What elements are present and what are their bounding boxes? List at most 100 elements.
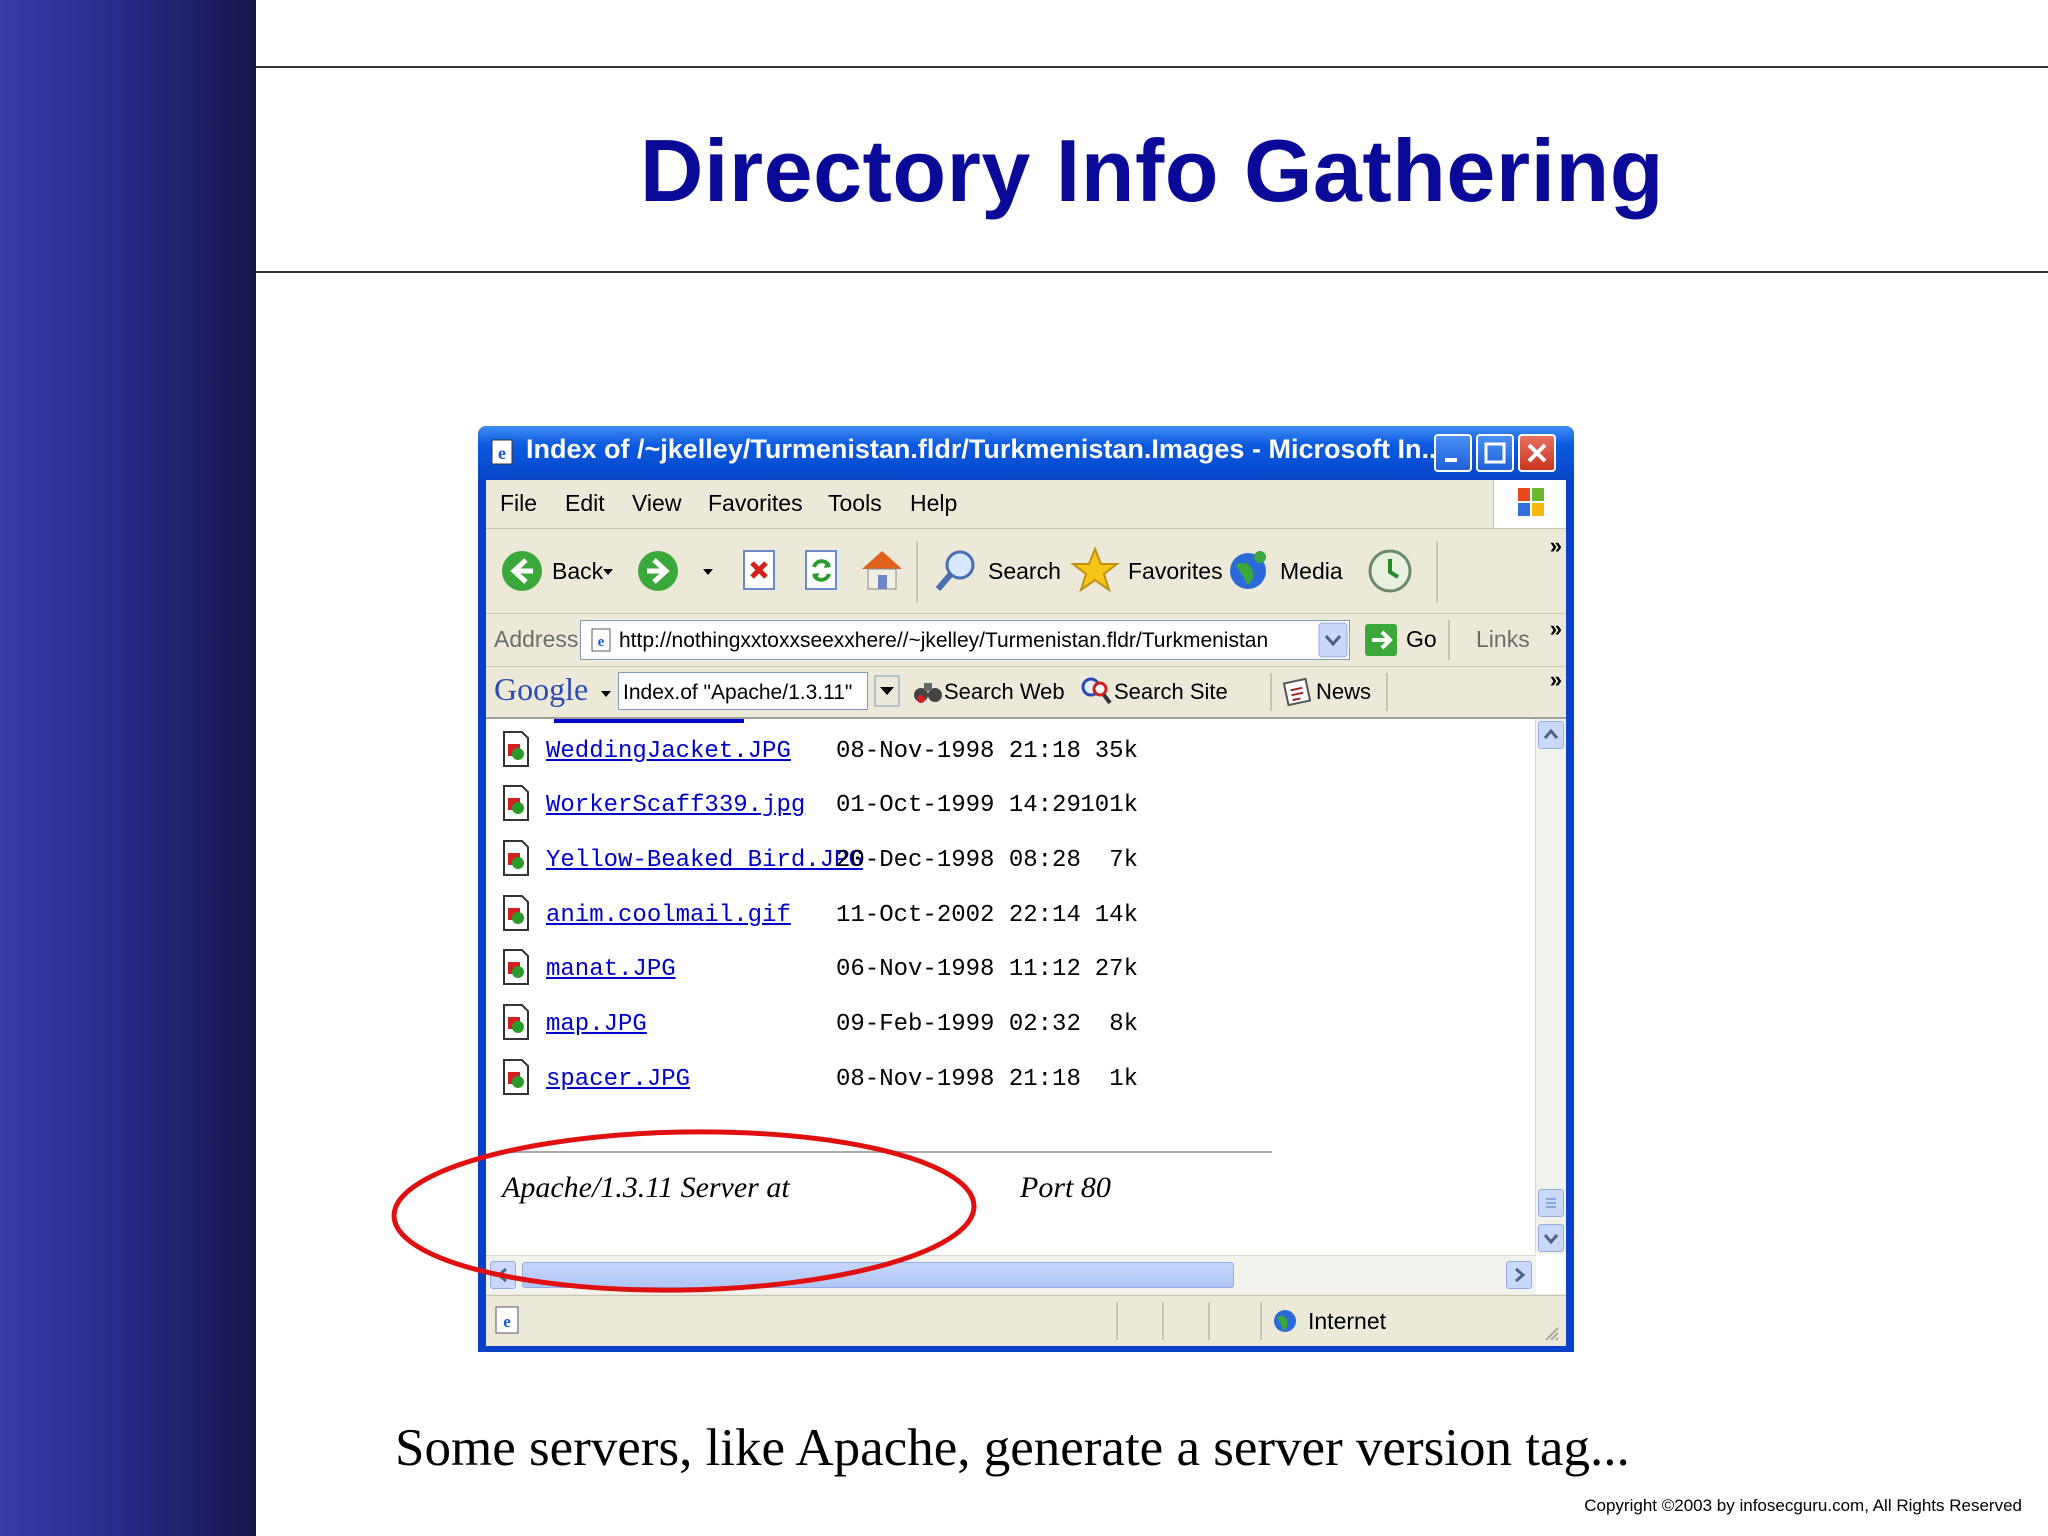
file-size: 35k: [1094, 738, 1138, 765]
google-query-dropdown-icon[interactable]: [874, 675, 900, 707]
file-size: 1k: [1109, 1066, 1138, 1093]
back-dropdown-icon[interactable]: [602, 567, 614, 577]
file-size: 8k: [1109, 1011, 1138, 1038]
file-link[interactable]: WeddingJacket.JPG: [546, 738, 791, 765]
maximize-button[interactable]: [1476, 434, 1514, 472]
links-chevron[interactable]: »: [1550, 616, 1562, 642]
home-icon[interactable]: [858, 545, 906, 593]
address-dropdown-icon[interactable]: [1318, 622, 1348, 658]
news-label[interactable]: News: [1316, 679, 1371, 705]
status-divider: [1260, 1302, 1262, 1340]
toolbar-chevron[interactable]: »: [1550, 533, 1562, 559]
menu-view[interactable]: View: [632, 490, 681, 517]
search-label[interactable]: Search: [988, 558, 1061, 585]
image-file-icon: [503, 1004, 529, 1040]
file-link[interactable]: map.JPG: [546, 1011, 647, 1038]
file-size: 14k: [1094, 902, 1138, 929]
google-menu-dropdown-icon[interactable]: [600, 689, 612, 699]
grip-icon: [1546, 1198, 1556, 1208]
file-link[interactable]: WorkerScaff339.jpg: [546, 792, 805, 819]
title-bar[interactable]: e Index of /~jkelley/Turmenistan.fldr/Tu…: [478, 426, 1574, 480]
address-input[interactable]: http://nothingxxtoxxseexxhere//~jkelley/…: [580, 620, 1350, 660]
window-title: Index of /~jkelley/Turmenistan.fldr/Turk…: [526, 434, 1444, 464]
news-icon[interactable]: [1282, 675, 1314, 707]
search-site-label[interactable]: Search Site: [1114, 679, 1228, 705]
file-date: 08-Nov-1998 21:18: [836, 738, 1081, 765]
back-label[interactable]: Back: [552, 558, 603, 585]
resize-grip-icon[interactable]: [1540, 1322, 1560, 1342]
menu-tools[interactable]: Tools: [828, 490, 882, 517]
title-rule: [256, 271, 2048, 273]
slide-title: Directory Info Gathering: [639, 121, 1665, 220]
forward-arrow-icon[interactable]: [636, 549, 680, 593]
menu-bar: File Edit View Favorites Tools Help: [486, 480, 1566, 529]
status-zone-label: Internet: [1308, 1308, 1386, 1334]
close-button[interactable]: [1518, 434, 1556, 472]
chevron-down-icon: [1543, 1234, 1559, 1245]
maximize-icon: [1484, 442, 1506, 464]
chevron-right-icon: [1515, 1267, 1526, 1283]
status-divider: [1208, 1302, 1210, 1340]
google-search-input[interactable]: Index.of "Apache/1.3.11": [618, 672, 868, 710]
vertical-scrollbar[interactable]: [1535, 719, 1566, 1254]
listing-row: anim.coolmail.gif 11-Oct-2002 22:14 14k: [486, 894, 1386, 944]
windows-logo-icon: [1518, 488, 1544, 516]
file-link[interactable]: spacer.JPG: [546, 1066, 690, 1093]
media-label[interactable]: Media: [1280, 558, 1343, 585]
search-site-icon[interactable]: [1080, 675, 1112, 707]
address-label: Address: [494, 626, 579, 652]
back-arrow-icon[interactable]: [500, 549, 544, 593]
history-icon[interactable]: [1366, 547, 1414, 595]
go-arrow-icon[interactable]: [1364, 623, 1398, 657]
file-date: 20-Dec-1998 08:28: [836, 847, 1081, 874]
minimize-icon: [1445, 458, 1457, 462]
listing-row: map.JPG 09-Feb-1999 02:32 8k: [486, 1003, 1386, 1053]
search-icon[interactable]: [932, 547, 980, 595]
address-separator: [1448, 620, 1450, 660]
menu-help[interactable]: Help: [910, 490, 957, 517]
image-file-icon: [503, 731, 529, 767]
google-logo[interactable]: Google: [494, 671, 588, 708]
file-size: 27k: [1094, 956, 1138, 983]
windows-flag-logo: [1493, 480, 1566, 528]
ie-page-icon: e: [491, 439, 513, 465]
favorites-star-icon[interactable]: [1070, 545, 1120, 595]
slide-caption: Some servers, like Apache, generate a se…: [395, 1419, 1630, 1477]
listing-row: Yellow-Beaked Bird.JPG 20-Dec-1998 08:28…: [486, 839, 1386, 889]
scroll-thumb[interactable]: [1538, 1189, 1564, 1217]
search-web-label[interactable]: Search Web: [944, 679, 1065, 705]
file-size: 7k: [1109, 847, 1138, 874]
favorites-label[interactable]: Favorites: [1128, 558, 1223, 585]
status-divider: [1162, 1302, 1164, 1340]
google-separator: [1270, 673, 1272, 711]
scroll-right-button[interactable]: [1506, 1261, 1532, 1289]
scroll-up-button[interactable]: [1538, 721, 1564, 749]
file-link[interactable]: anim.coolmail.gif: [546, 902, 791, 929]
refresh-icon[interactable]: [802, 547, 842, 593]
file-size: 101k: [1080, 792, 1138, 819]
google-toolbar: Google Index.of "Apache/1.3.11" Search W…: [486, 667, 1566, 719]
forward-dropdown-icon[interactable]: [702, 567, 714, 577]
image-file-icon: [503, 840, 529, 876]
media-globe-icon[interactable]: [1226, 547, 1272, 593]
highlight-ellipse: [391, 1129, 977, 1293]
internet-globe-icon: [1274, 1310, 1296, 1332]
listing-row: WorkerScaff339.jpg 01-Oct-1999 14:29 101…: [486, 784, 1386, 834]
clipped-link-underline: [554, 719, 744, 723]
file-link[interactable]: manat.JPG: [546, 956, 676, 983]
file-link[interactable]: Yellow-Beaked Bird.JPG: [546, 847, 863, 874]
binoculars-icon[interactable]: [912, 675, 944, 707]
copyright-notice: Copyright ©2003 by infosecguru.com, All …: [1584, 1496, 2022, 1515]
menu-file[interactable]: File: [500, 490, 537, 517]
menu-favorites[interactable]: Favorites: [708, 490, 803, 517]
links-label[interactable]: Links: [1476, 626, 1530, 653]
menu-edit[interactable]: Edit: [565, 490, 605, 517]
standard-toolbar: Back Search Favorites Media »: [486, 529, 1566, 614]
minimize-button[interactable]: [1434, 434, 1472, 472]
scroll-down-button[interactable]: [1538, 1224, 1564, 1252]
go-label[interactable]: Go: [1406, 626, 1437, 653]
google-chevron[interactable]: »: [1550, 667, 1562, 693]
chevron-up-icon: [1543, 728, 1559, 739]
stop-icon[interactable]: [740, 547, 780, 593]
listing-row: WeddingJacket.JPG 08-Nov-1998 21:18 35k: [486, 730, 1386, 780]
